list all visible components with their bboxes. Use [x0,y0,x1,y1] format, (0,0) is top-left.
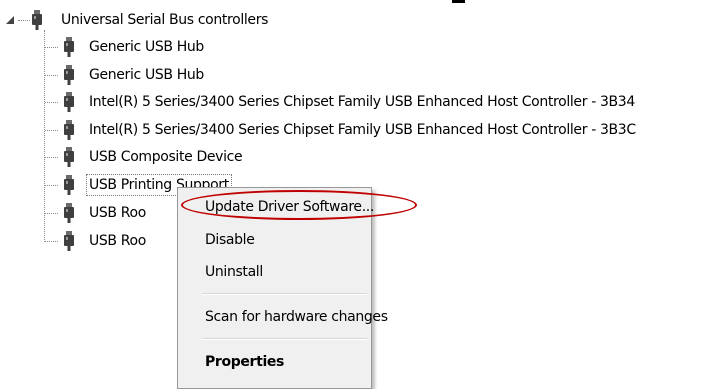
annotation-highlight-ellipse [181,190,417,220]
usb-plug-icon [64,175,74,195]
usb-plug-icon [64,147,74,167]
tree-item[interactable]: Generic USB Hub [86,62,207,88]
tree-item-label: Generic USB Hub [89,67,204,83]
usb-plug-icon [64,37,74,57]
tree-root-usb-controllers[interactable]: Universal Serial Bus controllers [58,7,271,33]
tree-item-label: USB Roo [89,233,146,249]
tree-connector [45,75,58,76]
expand-collapse-triangle-icon[interactable] [4,15,16,25]
usb-plug-icon [64,203,74,223]
tree-connector [45,241,58,242]
tree-item[interactable]: USB Roo [86,200,149,226]
tree-item[interactable]: USB Composite Device [86,144,245,170]
tree-connector [45,102,58,103]
tree-item-label: USB Composite Device [89,149,243,165]
tree-item[interactable]: Generic USB Hub [86,34,207,60]
usb-plug-icon [32,10,42,30]
menu-item-scan-hardware[interactable]: Scan for hardware changes [205,308,388,326]
tree-connector [45,47,58,48]
tree-item-label: Generic USB Hub [89,39,204,55]
tree-connector [45,157,58,158]
usb-plug-icon [64,120,74,140]
tree-connector [45,130,58,131]
menu-item-disable[interactable]: Disable [205,231,255,249]
usb-plug-icon [64,65,74,85]
tree-item-label: USB Roo [89,205,146,221]
tree-connector [44,30,45,242]
usb-plug-icon [64,231,74,251]
menu-separator [202,293,367,295]
menu-item-uninstall[interactable]: Uninstall [205,263,263,281]
tree-connector [18,20,30,21]
tree-item-label: Intel(R) 5 Series/3400 Series Chipset Fa… [89,94,635,110]
usb-plug-icon [64,92,74,112]
tree-root-label: Universal Serial Bus controllers [61,12,269,28]
tree-connector [45,213,58,214]
menu-item-properties[interactable]: Properties [205,353,284,371]
tree-item[interactable]: Intel(R) 5 Series/3400 Series Chipset Fa… [86,89,638,115]
tree-item-label: Intel(R) 5 Series/3400 Series Chipset Fa… [89,122,636,138]
tree-item[interactable]: USB Roo [86,228,149,254]
tree-connector [45,185,58,186]
menu-separator [202,338,367,340]
tree-item[interactable]: Intel(R) 5 Series/3400 Series Chipset Fa… [86,117,639,143]
